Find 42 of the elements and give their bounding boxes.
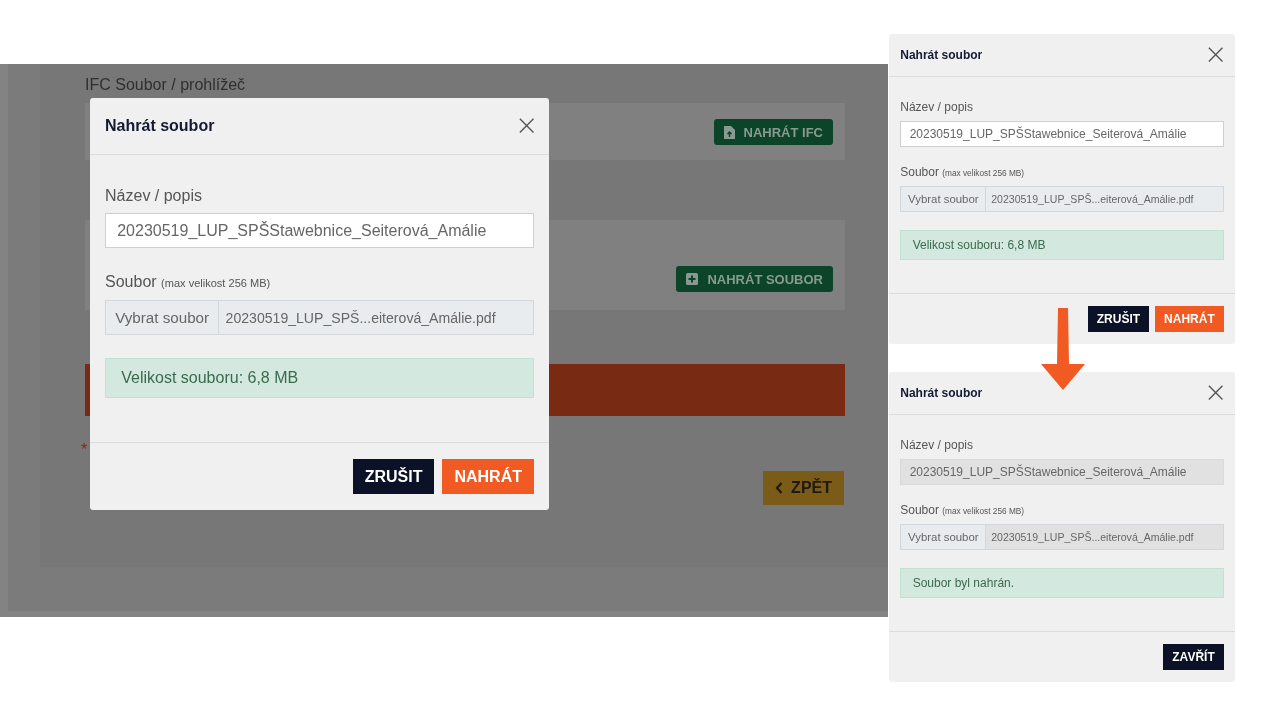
upload-file-button[interactable]: NAHRÁT SOUBOR (676, 266, 833, 292)
browse-button[interactable]: Vybrat soubor (106, 300, 220, 335)
file-field[interactable]: Vybrat soubor 20230519_LUP_SPŠ...eiterová_Amálie.pdf (105, 299, 534, 336)
plus-square-icon (686, 273, 699, 285)
name-field[interactable]: 20230519_LUP_SPŠStawebnice_Seiterová_Amálie (900, 120, 1224, 147)
chevron-left-icon (775, 482, 784, 494)
file-field[interactable]: Vybrat soubor 20230519_LUP_SPŠ...eiterová_Amálie.pdf (900, 185, 1224, 213)
field-label: Soubor (max velikost 256 MB) (105, 271, 272, 292)
browse-button[interactable]: Vybrat soubor (901, 524, 987, 550)
close-button[interactable] (1208, 47, 1224, 63)
dialog-title: Nahrát soubor (105, 117, 215, 135)
file-upload-icon (723, 125, 735, 139)
close-button[interactable] (518, 118, 534, 134)
upload-ifc-button[interactable]: NAHRÁT IFC (713, 119, 833, 145)
info-message: Soubor byl nahrán. (900, 567, 1224, 598)
cancel-button[interactable]: ZRUŠIT (1087, 305, 1150, 332)
field-label: Název / popis (900, 100, 974, 116)
file-name: 20230519_LUP_SPŠ...eiterová_Amálie.pdf (219, 300, 533, 335)
file-field[interactable]: Vybrat soubor 20230519_LUP_SPŠ...eiterová_Amálie.pdf (900, 523, 1224, 551)
upload-button[interactable]: NAHRÁT (1155, 305, 1224, 332)
required-mark: * (81, 443, 89, 457)
cancel-button[interactable]: ZRUŠIT (352, 459, 435, 494)
close-icon (1208, 47, 1224, 63)
back-button[interactable]: ZPĚT (763, 471, 844, 505)
info-message: Velikost souboru: 6,8 MB (105, 358, 534, 399)
name-field[interactable]: 20230519_LUP_SPŠStawebnice_Seiterová_Amálie (105, 213, 534, 248)
dialog-title: Nahrát soubor (900, 48, 983, 62)
close-icon (1208, 385, 1224, 401)
section-label: IFC Soubor / prohlížeč (85, 75, 247, 95)
dialog-title: Nahrát soubor (900, 386, 983, 400)
field-label: Soubor (max velikost 256 MB) (900, 164, 1026, 181)
info-message: Velikost souboru: 6,8 MB (900, 229, 1224, 260)
close-button[interactable] (1208, 385, 1224, 401)
field-label: Název / popis (105, 186, 203, 207)
upload-button[interactable]: NAHRÁT (442, 459, 534, 494)
cancel-button[interactable]: ZAVŘÍT (1163, 643, 1224, 670)
field-label: Název / popis (900, 438, 974, 454)
field-label: Soubor (max velikost 256 MB) (900, 502, 1026, 519)
close-icon (518, 118, 534, 134)
browse-button[interactable]: Vybrat soubor (901, 186, 987, 212)
file-name: 20230519_LUP_SPŠ...eiterová_Amálie.pdf (986, 186, 1223, 212)
file-name: 20230519_LUP_SPŠ...eiterová_Amálie.pdf (986, 524, 1223, 550)
